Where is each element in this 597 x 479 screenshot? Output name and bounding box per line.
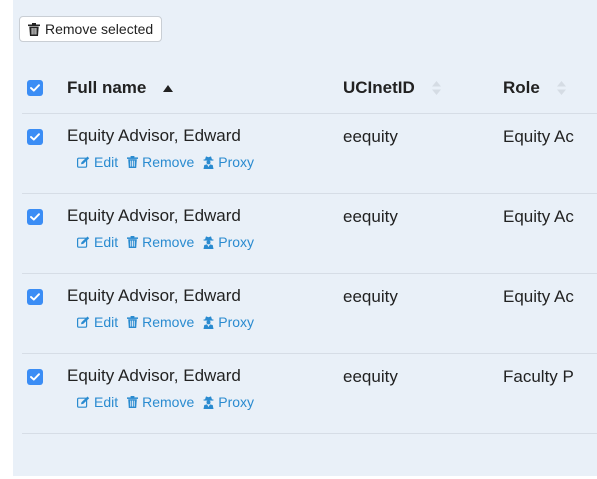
row-select-cell [22,274,67,305]
users-table: Full name UCInetID Role Equity Advisor, [22,62,597,434]
check-icon [30,83,40,92]
row-actions: Edit Remove Proxy [67,314,343,330]
trash-icon [127,316,139,328]
remove-link-label: Remove [142,234,195,250]
full-name-cell: Equity Advisor, Edward Edit Remove Proxy [67,354,343,410]
edit-icon [77,396,90,408]
full-name-cell: Equity Advisor, Edward Edit Remove Proxy [67,274,343,330]
remove-selected-button[interactable]: Remove selected [19,16,163,42]
remove-link[interactable]: Remove [127,154,194,170]
sort-icon [556,81,566,96]
proxy-link-label: Proxy [218,234,255,250]
edit-link[interactable]: Edit [77,314,118,330]
proxy-link[interactable]: Proxy [203,234,254,250]
remove-link[interactable]: Remove [127,394,194,410]
remove-link-label: Remove [142,154,195,170]
select-all-checkbox[interactable] [27,79,43,96]
remove-link-label: Remove [142,394,195,410]
role: Equity Ac [503,287,574,306]
row-checkbox[interactable] [27,369,43,385]
trash-icon [127,156,139,168]
column-header-ucinetid[interactable]: UCInetID [343,78,503,98]
table-row: Equity Advisor, Edward Edit Remove Proxy… [22,114,597,194]
role-cell: Equity Ac [503,194,597,227]
edit-icon [77,316,90,328]
ucinetid-cell: eequity [343,114,503,147]
edit-link-label: Edit [94,314,119,330]
table-body: Equity Advisor, Edward Edit Remove Proxy… [22,114,597,434]
column-header-full-name-label: Full name [67,77,147,97]
row-select-cell [22,114,67,145]
row-actions: Edit Remove Proxy [67,234,343,250]
sort-icon [431,81,441,96]
sort-up-icon [163,84,174,92]
user-secret-icon [203,235,214,249]
toolbar: Remove selected [19,16,163,42]
edit-link-label: Edit [94,154,119,170]
role-cell: Equity Ac [503,114,597,147]
proxy-link[interactable]: Proxy [203,154,254,170]
edit-link-label: Edit [94,234,119,250]
full-name-cell: Equity Advisor, Edward Edit Remove Proxy [67,114,343,170]
role: Equity Ac [503,207,574,226]
table-row: Equity Advisor, Edward Edit Remove Proxy… [22,274,597,354]
full-name: Equity Advisor, Edward [67,126,241,145]
ucinetid-cell: eequity [343,194,503,227]
table-row: Equity Advisor, Edward Edit Remove Proxy… [22,194,597,274]
column-header-ucinetid-label: UCInetID [343,77,415,97]
check-icon [30,213,40,221]
remove-selected-label: Remove selected [45,21,154,37]
full-name: Equity Advisor, Edward [67,206,241,225]
edit-icon [77,156,90,168]
ucinetid: eequity [343,207,398,226]
proxy-link-label: Proxy [218,394,255,410]
edit-link[interactable]: Edit [77,154,118,170]
proxy-link[interactable]: Proxy [203,314,254,330]
user-secret-icon [203,395,214,409]
row-actions: Edit Remove Proxy [67,394,343,410]
ucinetid: eequity [343,287,398,306]
ucinetid-cell: eequity [343,354,503,387]
column-header-full-name[interactable]: Full name [67,78,343,98]
role-cell: Equity Ac [503,274,597,307]
proxy-link-label: Proxy [218,314,255,330]
check-icon [30,133,40,141]
proxy-link[interactable]: Proxy [203,394,254,410]
full-name-cell: Equity Advisor, Edward Edit Remove Proxy [67,194,343,250]
ucinetid: eequity [343,367,398,386]
edit-link-label: Edit [94,394,119,410]
edit-link[interactable]: Edit [77,394,118,410]
role-cell: Faculty P [503,354,597,387]
remove-link[interactable]: Remove [127,234,194,250]
full-name: Equity Advisor, Edward [67,286,241,305]
full-name: Equity Advisor, Edward [67,366,241,385]
row-actions: Edit Remove Proxy [67,154,343,170]
user-secret-icon [203,315,214,329]
column-header-role-label: Role [503,77,540,97]
ucinetid: eequity [343,127,398,146]
edit-icon [77,236,90,248]
table-row: Equity Advisor, Edward Edit Remove Proxy… [22,354,597,434]
trash-icon [127,396,139,408]
trash-icon [127,236,139,248]
proxy-link-label: Proxy [218,154,255,170]
row-checkbox[interactable] [27,129,43,145]
column-header-role[interactable]: Role [503,78,597,98]
row-checkbox[interactable] [27,209,43,225]
row-checkbox[interactable] [27,289,43,305]
row-select-cell [22,194,67,225]
select-all-cell [22,79,67,96]
role: Faculty P [503,367,574,386]
remove-link-label: Remove [142,314,195,330]
user-secret-icon [203,155,214,169]
row-select-cell [22,354,67,385]
check-icon [30,373,40,381]
table-header-row: Full name UCInetID Role [22,62,597,114]
remove-link[interactable]: Remove [127,314,194,330]
role: Equity Ac [503,127,574,146]
edit-link[interactable]: Edit [77,234,118,250]
ucinetid-cell: eequity [343,274,503,307]
check-icon [30,293,40,301]
trash-icon [28,22,40,36]
